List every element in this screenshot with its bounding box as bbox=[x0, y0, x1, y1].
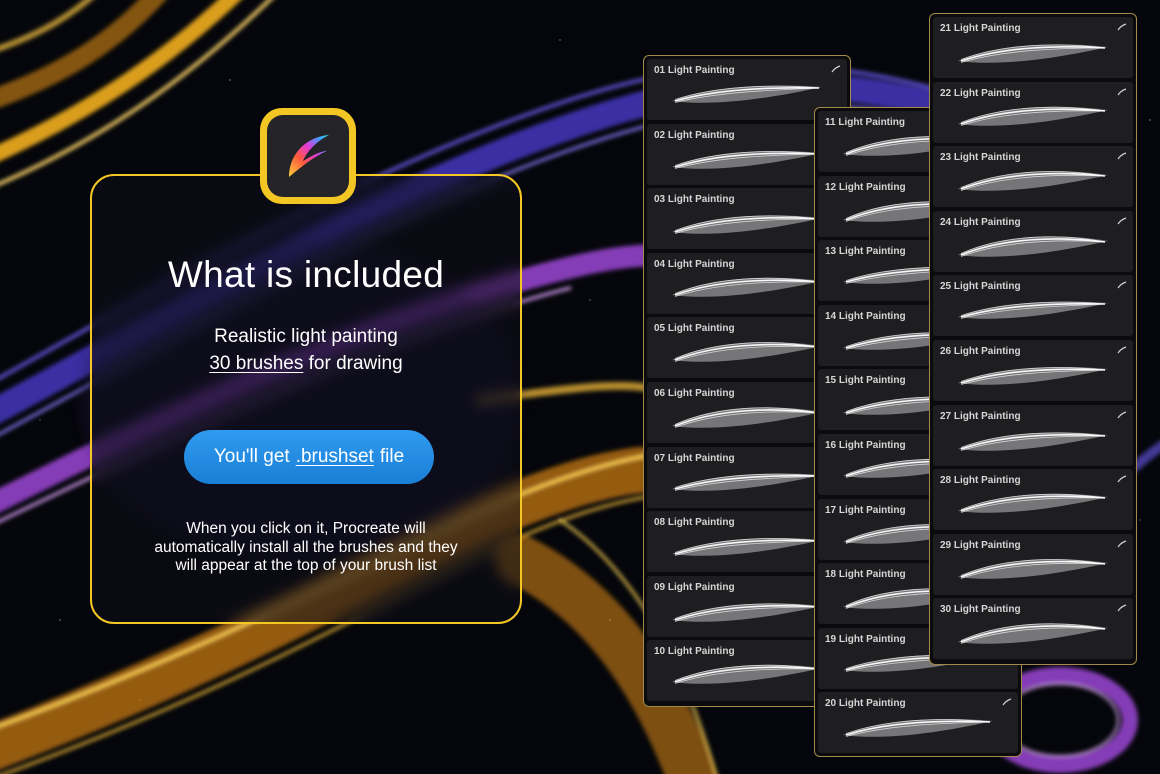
brush-count-text: 30 brushes bbox=[209, 353, 304, 374]
brush-item[interactable]: 22 Light Painting bbox=[933, 81, 1133, 143]
brush-stroke-icon bbox=[1117, 23, 1127, 31]
description-line3: will appear at the top of your brush lis… bbox=[175, 557, 437, 574]
brush-name: 12 Light Painting bbox=[825, 181, 906, 193]
brush-name: 19 Light Painting bbox=[825, 633, 906, 645]
card-subtitle-line1: Realistic light painting bbox=[214, 326, 398, 347]
brush-count-suffix: for drawing bbox=[308, 353, 403, 374]
button-suffix: file bbox=[379, 446, 405, 467]
brush-name: 10 Light Painting bbox=[654, 646, 735, 658]
brush-stroke-icon bbox=[1117, 410, 1127, 418]
brush-name: 28 Light Painting bbox=[940, 475, 1021, 487]
brush-name: 25 Light Painting bbox=[940, 281, 1021, 293]
brush-name: 14 Light Painting bbox=[825, 310, 906, 322]
brush-name: 05 Light Painting bbox=[654, 323, 735, 335]
description-line2: automatically install all the brushes an… bbox=[154, 538, 458, 556]
brush-name: 03 Light Painting bbox=[654, 194, 735, 206]
stage: What is included Realistic light paintin… bbox=[0, 0, 1160, 774]
brush-name: 02 Light Painting bbox=[654, 129, 735, 141]
brush-name: 20 Light Painting bbox=[825, 698, 906, 710]
brushset-link[interactable]: .brushset bbox=[296, 446, 374, 468]
brush-name: 07 Light Painting bbox=[654, 452, 735, 464]
brush-item[interactable]: 26 Light Painting bbox=[933, 339, 1133, 401]
brush-name: 30 Light Painting bbox=[940, 604, 1021, 616]
brush-name: 26 Light Painting bbox=[940, 345, 1021, 357]
brush-name: 08 Light Painting bbox=[654, 517, 735, 529]
brush-name: 06 Light Painting bbox=[654, 387, 735, 399]
brush-stroke-icon bbox=[1117, 281, 1127, 289]
brush-panel-3: 21 Light Painting 22 Light Painting 23 Lig… bbox=[929, 13, 1137, 665]
card-subtitle-line2: 30 brushes for drawing bbox=[92, 353, 520, 375]
brush-stroke-icon bbox=[1117, 540, 1127, 548]
brush-item[interactable]: 20 Light Painting bbox=[818, 692, 1018, 754]
brush-stroke-icon bbox=[1117, 475, 1127, 483]
brush-stroke-icon bbox=[831, 65, 841, 73]
brushset-file-button[interactable]: You'll get .brushset file bbox=[184, 430, 434, 484]
brush-name: 16 Light Painting bbox=[825, 439, 906, 451]
brush-stroke-icon bbox=[1117, 604, 1127, 612]
brush-item[interactable]: 29 Light Painting bbox=[933, 533, 1133, 595]
brush-item[interactable]: 21 Light Painting bbox=[933, 17, 1133, 78]
description-line1: When you click on it, Procreate will bbox=[186, 520, 426, 537]
brush-stroke-icon bbox=[1117, 346, 1127, 354]
brush-item[interactable]: 25 Light Painting bbox=[933, 275, 1133, 337]
brush-name: 27 Light Painting bbox=[940, 410, 1021, 422]
brush-stroke-icon bbox=[1117, 217, 1127, 225]
brush-item[interactable]: 30 Light Painting bbox=[933, 598, 1133, 660]
card-title: What is included bbox=[167, 254, 445, 295]
brush-name: 23 Light Painting bbox=[940, 152, 1021, 164]
brush-name: 11 Light Painting bbox=[825, 117, 906, 128]
brush-name: 01 Light Painting bbox=[654, 65, 735, 76]
brush-name: 29 Light Painting bbox=[940, 539, 1021, 551]
brush-stroke-icon bbox=[1117, 88, 1127, 95]
brush-name: 15 Light Painting bbox=[825, 375, 906, 387]
brush-item[interactable]: 23 Light Painting bbox=[933, 146, 1133, 208]
brush-name: 24 Light Painting bbox=[940, 216, 1021, 228]
brush-stroke-icon bbox=[1117, 152, 1127, 160]
brush-item[interactable]: 28 Light Painting bbox=[933, 469, 1133, 531]
brush-name: 13 Light Painting bbox=[825, 246, 906, 258]
included-info-card: What is included Realistic light paintin… bbox=[90, 174, 522, 624]
brush-name: 09 Light Painting bbox=[654, 581, 735, 593]
brush-stroke-icon bbox=[1002, 698, 1012, 706]
button-prefix: You'll get bbox=[213, 446, 290, 467]
brush-item[interactable]: 27 Light Painting bbox=[933, 404, 1133, 466]
brush-name: 18 Light Painting bbox=[825, 569, 906, 581]
install-description: When you click on it, Procreate will aut… bbox=[122, 520, 490, 576]
procreate-logo-icon bbox=[267, 115, 349, 197]
brush-item[interactable]: 24 Light Painting bbox=[933, 210, 1133, 272]
brush-name: 22 Light Painting bbox=[940, 87, 1021, 99]
procreate-app-icon bbox=[260, 108, 356, 204]
brush-name: 21 Light Painting bbox=[940, 23, 1021, 34]
brush-name: 04 Light Painting bbox=[654, 258, 735, 270]
brush-name: 17 Light Painting bbox=[825, 504, 906, 516]
